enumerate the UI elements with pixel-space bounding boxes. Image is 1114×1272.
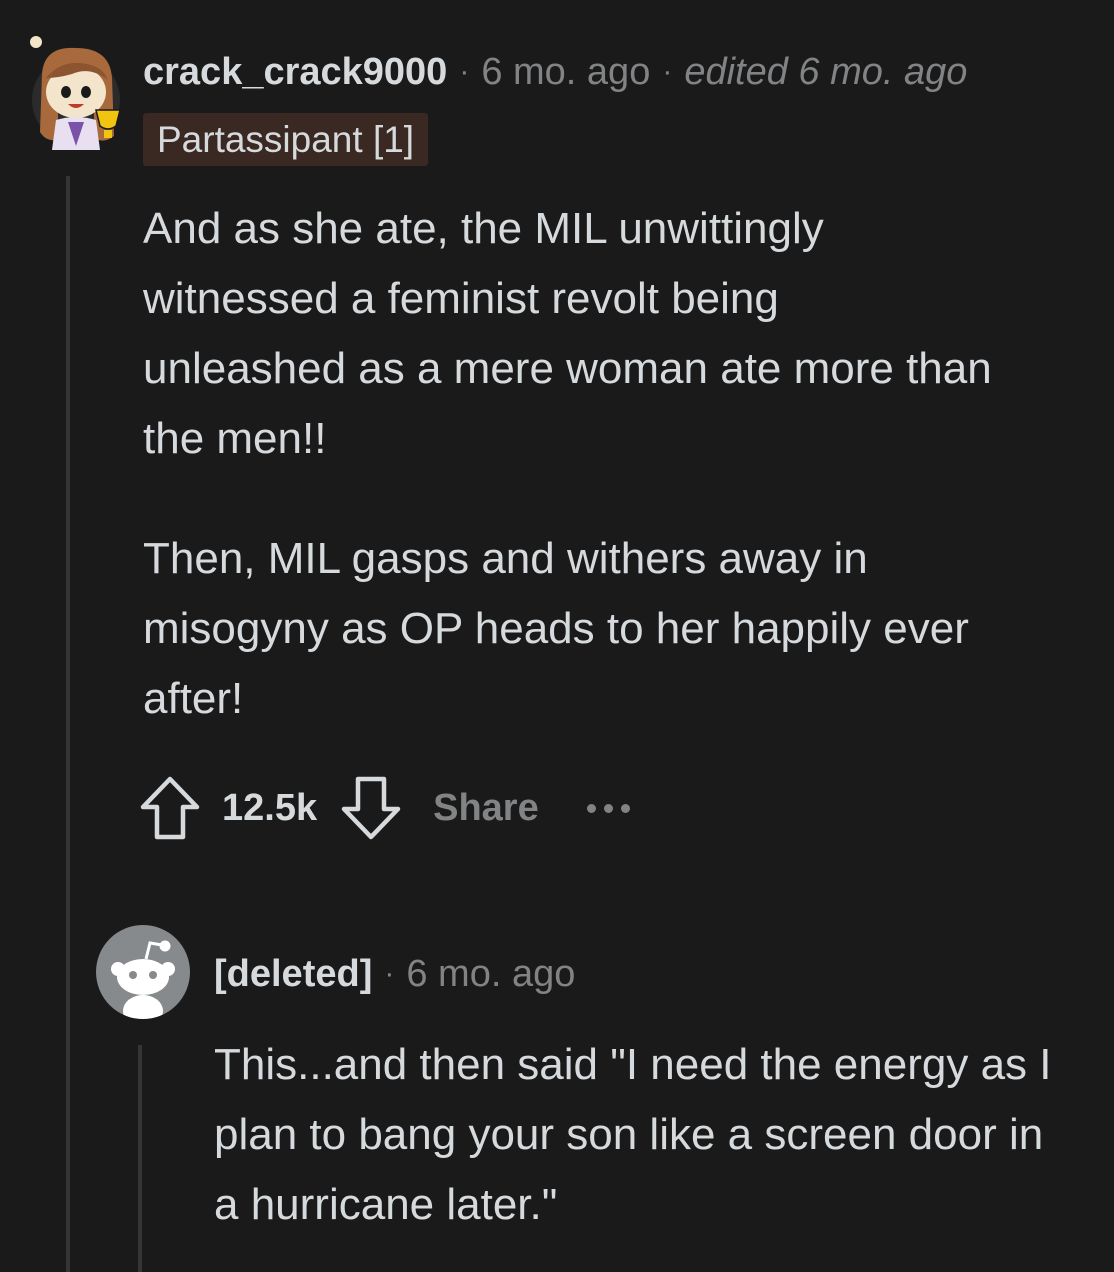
thread-line[interactable] bbox=[66, 176, 70, 1272]
deleted-user-avatar bbox=[96, 925, 190, 1019]
comment-actions: 12.5k Share bbox=[136, 768, 630, 848]
comment-meta: crack_crack9000 · 6 mo. ago · edited 6 mo. a… bbox=[143, 50, 967, 94]
reply-meta: [deleted] · 6 mo. ago bbox=[214, 952, 575, 996]
vote-score: 12.5k bbox=[222, 786, 318, 829]
comment-paragraph: Then, MIL gasps and withers away in miso… bbox=[143, 534, 969, 723]
user-avatar[interactable] bbox=[24, 26, 124, 150]
snoo-avatar-icon bbox=[28, 34, 121, 150]
separator-dot: · bbox=[384, 957, 395, 990]
user-flair: Partassipant [1] bbox=[143, 113, 429, 166]
reply-timestamp[interactable]: 6 mo. ago bbox=[406, 953, 575, 995]
author-username[interactable]: crack_crack9000 bbox=[143, 51, 447, 93]
share-button[interactable]: Share bbox=[433, 787, 539, 830]
reply-paragraph: This...and then said "I need the energy … bbox=[214, 1040, 1052, 1229]
comment-timestamp[interactable]: 6 mo. ago bbox=[481, 51, 650, 93]
reply-thread-line[interactable] bbox=[138, 1045, 142, 1272]
separator-dot: · bbox=[459, 55, 470, 88]
separator-dot: · bbox=[662, 55, 673, 88]
comment-paragraph: And as she ate, the MIL unwittingly witn… bbox=[143, 204, 992, 463]
downvote-button[interactable] bbox=[337, 772, 405, 844]
reply-author: [deleted] bbox=[214, 953, 373, 995]
comment-body: And as she ate, the MIL unwittingly witn… bbox=[143, 194, 993, 734]
upvote-button[interactable] bbox=[136, 772, 204, 844]
reply-body: This...and then said "I need the energy … bbox=[214, 1030, 1074, 1240]
more-dots-icon bbox=[620, 803, 630, 813]
more-options-button[interactable] bbox=[586, 794, 630, 823]
upvote-arrow-icon bbox=[140, 776, 200, 840]
more-dots-icon bbox=[586, 803, 596, 813]
edited-timestamp: edited 6 mo. ago bbox=[684, 51, 968, 93]
reddit-snoo-icon bbox=[111, 940, 175, 1019]
more-dots-icon bbox=[603, 803, 613, 813]
downvote-arrow-icon bbox=[341, 776, 401, 840]
